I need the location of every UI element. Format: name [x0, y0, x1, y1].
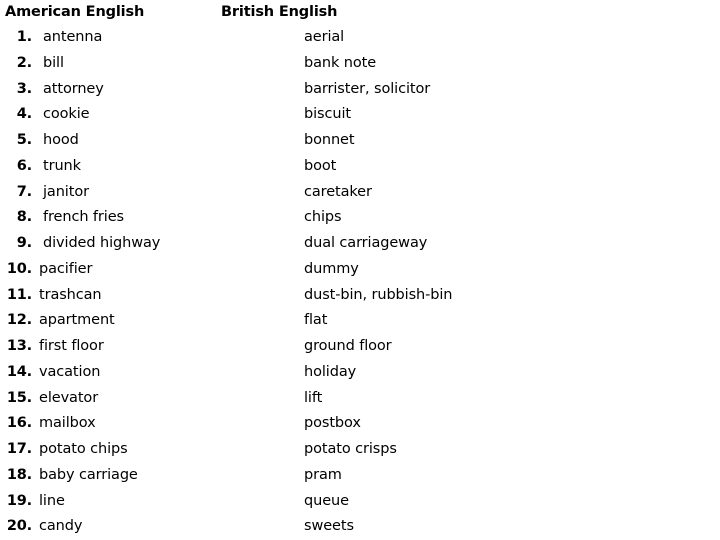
british-term: caretaker: [304, 183, 372, 200]
british-term: ground floor: [304, 338, 392, 354]
american-term: bill: [43, 54, 64, 71]
list-number: 13.: [6, 338, 32, 354]
list-number: 15.: [6, 389, 32, 406]
list-number: 10.: [6, 260, 32, 277]
american-term: antenna: [43, 29, 103, 45]
american-term: hood: [43, 132, 79, 148]
word-pair-row: 10. pacifier dummy: [5, 257, 720, 283]
american-term: elevator: [39, 389, 99, 406]
british-term: biscuit: [304, 106, 351, 123]
word-pair-row: 13. first floor ground floor: [5, 334, 720, 360]
list-number: 3.: [16, 80, 32, 97]
word-pair-row: 18. baby carriage pram: [5, 463, 720, 489]
american-term: french fries: [43, 209, 124, 226]
list-number: 7.: [16, 183, 32, 200]
american-term: pacifier: [39, 260, 93, 277]
list-number: 8.: [16, 209, 32, 226]
list-number: 4.: [16, 106, 32, 123]
british-term: dual carriageway: [304, 235, 428, 251]
word-pair-row: 4. cookie biscuit: [5, 102, 720, 128]
word-pair-row: 2. bill bank note: [5, 51, 720, 77]
word-pair-row: 14. vacation holiday: [5, 360, 720, 386]
list-number: 11.: [6, 286, 32, 303]
word-pair-row: 8. french fries chips: [5, 205, 720, 231]
word-pair-row: 19. line queue: [5, 489, 720, 515]
word-pair-row: 7. janitor caretaker: [5, 180, 720, 206]
list-number: 17.: [6, 441, 32, 457]
list-number: 2.: [16, 54, 32, 71]
british-term: lift: [304, 389, 323, 406]
american-term: attorney: [43, 80, 104, 97]
list-number: 1.: [16, 29, 32, 45]
list-number: 16.: [6, 415, 32, 432]
american-term: cookie: [43, 106, 90, 123]
british-term: flat: [304, 312, 328, 329]
british-term: bonnet: [304, 132, 355, 148]
british-term: queue: [304, 492, 349, 509]
column-header-row: American English British English: [5, 0, 720, 25]
american-term: first floor: [39, 338, 104, 354]
british-term: boot: [304, 157, 337, 174]
list-number: 20.: [6, 518, 32, 535]
list-number: 18.: [6, 466, 32, 483]
british-term: aerial: [304, 29, 345, 45]
british-term: pram: [304, 466, 342, 483]
vocabulary-list-document: American English British English 1. anten…: [0, 0, 720, 540]
american-term: divided highway: [43, 235, 161, 251]
list-number: 6.: [16, 157, 32, 174]
column-header-american-english: American English: [5, 4, 145, 20]
list-number: 12.: [6, 312, 32, 329]
word-pair-row: 6. trunk boot: [5, 154, 720, 180]
word-pair-row: 16. mailbox postbox: [5, 411, 720, 437]
american-term: mailbox: [39, 415, 96, 432]
word-pair-row: 20. candy sweets: [5, 514, 720, 540]
word-pair-list: 1. antenna aerial 2. bill bank note 3. attorney…: [5, 25, 720, 540]
british-term: potato crisps: [304, 441, 397, 457]
british-term: dummy: [304, 260, 359, 277]
word-pair-row: 5. hood bonnet: [5, 128, 720, 154]
word-pair-row: 15. elevator lift: [5, 386, 720, 412]
american-term: apartment: [39, 312, 115, 329]
word-pair-row: 1. antenna aerial: [5, 25, 720, 51]
british-term: postbox: [304, 415, 361, 432]
column-header-british-english: British English: [221, 4, 338, 20]
list-number: 5.: [16, 132, 32, 148]
british-term: sweets: [304, 518, 354, 535]
list-number: 9.: [16, 235, 32, 251]
list-number: 19.: [6, 492, 32, 509]
american-term: candy: [39, 518, 83, 535]
word-pair-row: 12. apartment flat: [5, 308, 720, 334]
british-term: dust-bin, rubbish-bin: [304, 286, 453, 303]
american-term: potato chips: [39, 441, 128, 457]
word-pair-row: 11. trashcan dust-bin, rubbish-bin: [5, 283, 720, 309]
american-term: trunk: [43, 157, 81, 174]
word-pair-row: 3. attorney barrister, solicitor: [5, 77, 720, 103]
list-number: 14.: [6, 363, 32, 380]
word-pair-row: 9. divided highway dual carriageway: [5, 231, 720, 257]
british-term: bank note: [304, 54, 377, 71]
american-term: line: [39, 492, 65, 509]
american-term: janitor: [43, 183, 89, 200]
british-term: chips: [304, 209, 342, 226]
word-pair-row: 17. potato chips potato crisps: [5, 437, 720, 463]
american-term: baby carriage: [39, 466, 138, 483]
british-term: barrister, solicitor: [304, 80, 431, 97]
british-term: holiday: [304, 363, 357, 380]
american-term: trashcan: [39, 286, 102, 303]
american-term: vacation: [39, 363, 101, 380]
